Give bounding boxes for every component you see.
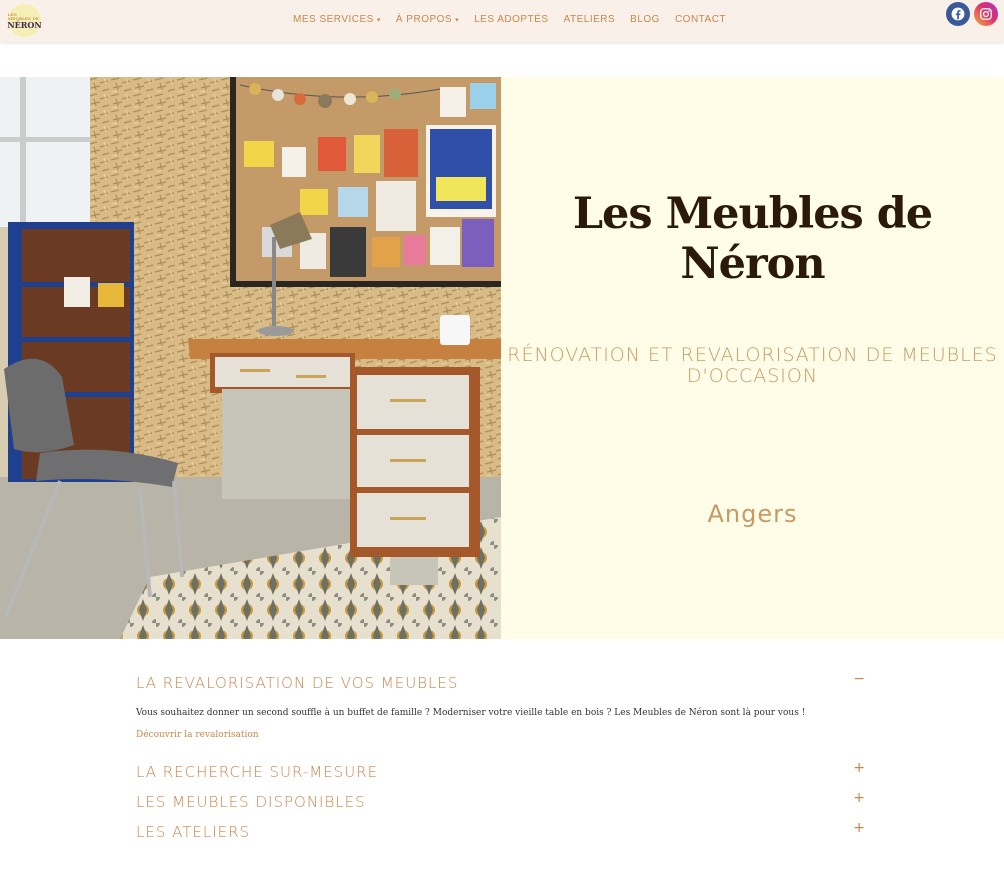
nav-item-mes-services[interactable]: MES SERVICES ▾	[293, 14, 381, 25]
discover-revalorisation-link[interactable]: Découvrir la revalorisation	[136, 730, 259, 740]
accordion-title: LES ATELIERS	[136, 823, 251, 841]
nav-item-les-adoptes[interactable]: LES ADOPTÉS	[474, 14, 548, 25]
nav-label: BLOG	[630, 14, 660, 25]
nav-item-ateliers[interactable]: ATELIERS	[564, 14, 616, 25]
chevron-down-icon: ▾	[376, 16, 381, 24]
minus-icon[interactable]: −	[853, 671, 865, 687]
hero-panel: Les Meubles de Néron RÉNOVATION ET REVAL…	[501, 77, 1004, 639]
accordion-item-meubles-disponibles[interactable]: LES MEUBLES DISPONIBLES +	[136, 790, 867, 811]
instagram-icon[interactable]	[974, 2, 998, 26]
accordion-body-text: Vous souhaitez donner un second souffle …	[136, 708, 806, 718]
accordion-item-revalorisation[interactable]: LA REVALORISATION DE VOS MEUBLES −	[136, 671, 867, 692]
site-logo[interactable]: LES MEUBLES DE NÉRON	[7, 4, 42, 37]
nav-item-contact[interactable]: CONTACT	[675, 14, 726, 25]
accordion-item-recherche[interactable]: LA RECHERCHE SUR-MESURE +	[136, 760, 867, 781]
nav-label: LES ADOPTÉS	[474, 14, 549, 25]
hero-subtitle: RÉNOVATION ET REVALORISATION DE MEUBLES …	[507, 344, 998, 387]
accordion-title: LA REVALORISATION DE VOS MEUBLES	[136, 674, 459, 692]
nav-label: À PROPOS	[395, 14, 453, 25]
hero-photo	[0, 77, 501, 639]
accordion-item-ateliers[interactable]: LES ATELIERS +	[136, 820, 867, 841]
accordion-title: LES MEUBLES DISPONIBLES	[136, 793, 366, 811]
nav-label: MES SERVICES	[293, 14, 374, 25]
nav-label: ATELIERS	[563, 14, 616, 25]
hero-title: Les Meubles de Néron	[572, 189, 933, 289]
accordion-title: LA RECHERCHE SUR-MESURE	[136, 763, 379, 781]
nav-label: CONTACT	[674, 14, 727, 25]
hero-city: Angers	[707, 500, 798, 528]
facebook-icon[interactable]	[946, 2, 970, 26]
plus-icon[interactable]: +	[853, 790, 865, 806]
site-header: LES MEUBLES DE NÉRON MES SERVICES ▾ À PRO…	[0, 0, 1004, 42]
plus-icon[interactable]: +	[853, 760, 865, 776]
chevron-down-icon: ▾	[455, 16, 460, 24]
plus-icon[interactable]: +	[853, 820, 865, 836]
nav-item-blog[interactable]: BLOG	[630, 14, 660, 25]
logo-line2: NÉRON	[7, 19, 42, 30]
main-nav: MES SERVICES ▾ À PROPOS ▾ LES ADOPTÉS ATEL…	[293, 14, 741, 25]
nav-item-a-propos[interactable]: À PROPOS ▾	[396, 14, 459, 25]
